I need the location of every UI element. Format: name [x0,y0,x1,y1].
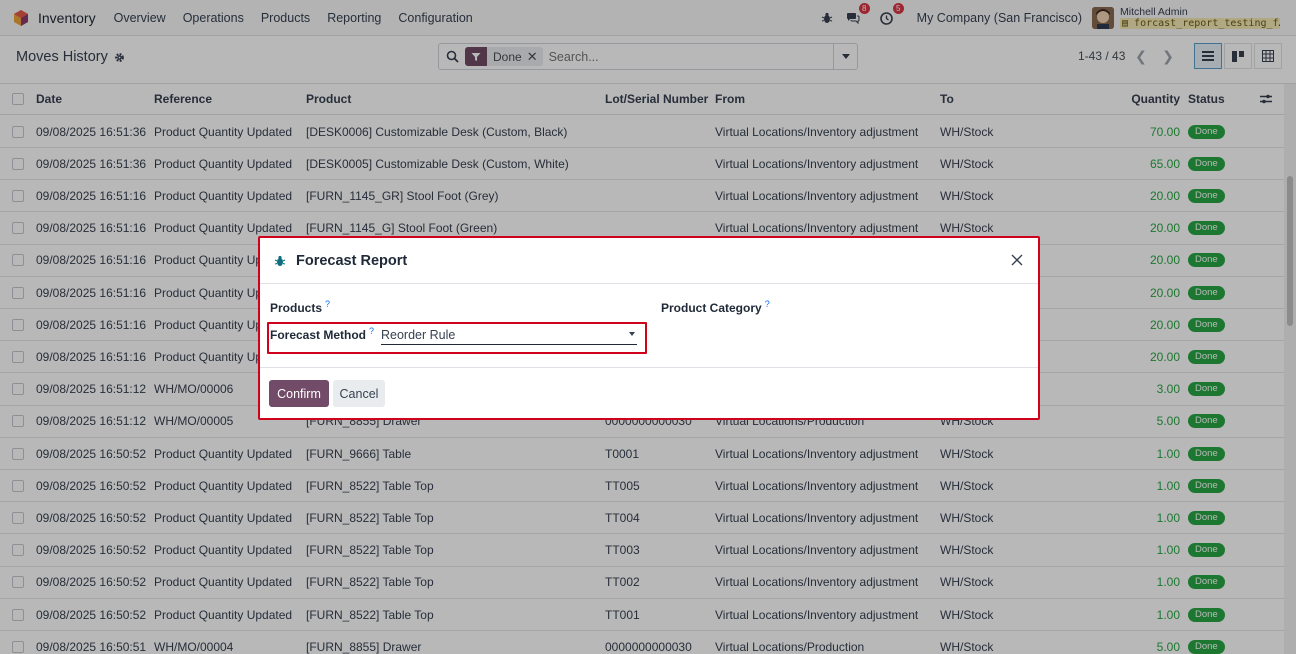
help-tooltip-icon[interactable]: ? [369,326,374,336]
help-tooltip-icon[interactable]: ? [765,299,770,309]
debug-bug-icon[interactable] [274,255,286,267]
dialog-footer: Confirm Cancel [260,367,1038,420]
product-category-label: Product Category? [661,299,770,315]
help-tooltip-icon[interactable]: ? [325,299,330,309]
caret-down-icon [629,332,635,336]
forecast-method-label: Forecast Method? [270,326,375,342]
dialog-header: Forecast Report [260,238,1038,284]
products-label: Products? [270,299,331,315]
dialog-title: Forecast Report [296,252,408,269]
forecast-report-dialog: Forecast Report Products? Product Catego… [258,236,1040,420]
forecast-method-value: Reorder Rule [381,327,456,342]
confirm-button[interactable]: Confirm [269,380,329,407]
forecast-method-select[interactable]: Reorder Rule [381,325,637,345]
cancel-button[interactable]: Cancel [333,380,385,407]
close-icon[interactable] [1006,249,1028,271]
